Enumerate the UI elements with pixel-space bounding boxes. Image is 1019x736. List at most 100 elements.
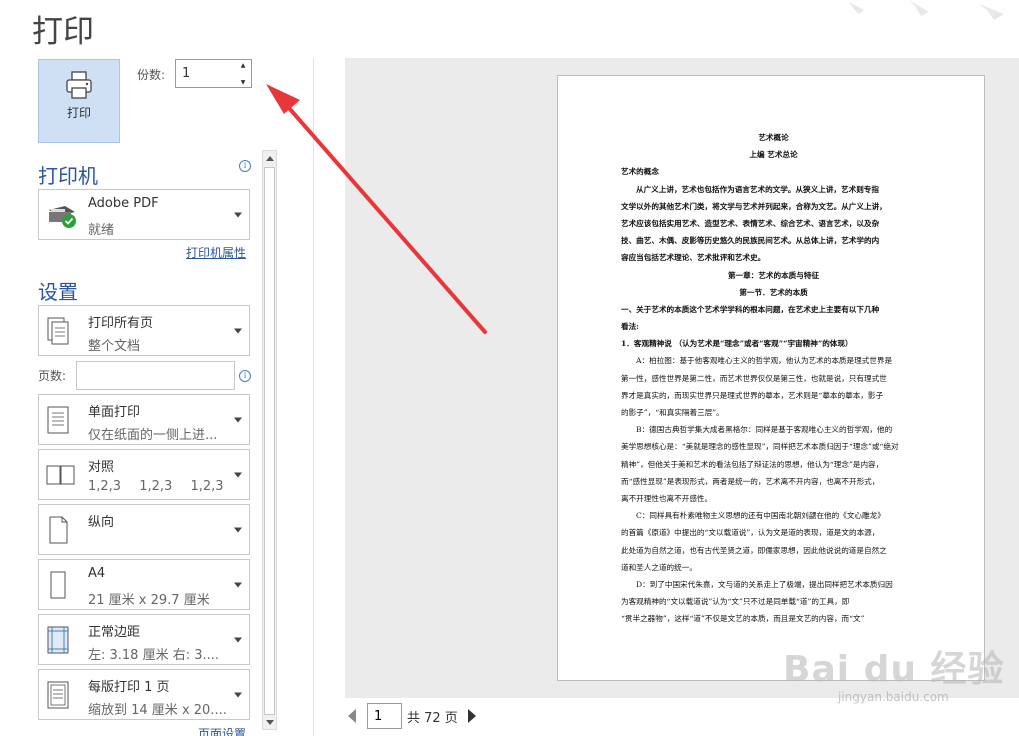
document-line: 离不开理性也离不开感性。 xyxy=(621,493,713,503)
pages-per-sheet-sub: 缩放到 14 厘米 x 20.... xyxy=(88,703,227,718)
document-line: D：到了中国宋代朱熹，文与道的关系走上了极端，提出同样把艺术本质归因 xyxy=(636,579,893,589)
document-line: 第一性，感性世界是第二性，而艺术世界仅仅是第三性，也就是说，只有理式世 xyxy=(621,373,887,383)
page-navigator: 共 72 页 xyxy=(348,703,476,729)
margins-dropdown[interactable]: 正常边距 左: 3.18 厘米 右: 3.... xyxy=(38,614,250,665)
pages-label: 页数: xyxy=(38,369,67,383)
chevron-down-icon xyxy=(234,328,242,333)
margins-icon xyxy=(47,626,69,653)
total-pages: 共 72 页 xyxy=(407,710,458,726)
chevron-down-icon xyxy=(234,472,242,477)
margins-sub: 左: 3.18 厘米 右: 3.... xyxy=(88,648,220,663)
paper-size-icon xyxy=(50,571,66,598)
previous-page-icon[interactable] xyxy=(348,709,356,723)
current-page-input[interactable] xyxy=(367,703,402,729)
single-sided-icon xyxy=(47,406,69,433)
document-line: 道和圣人之道的统一。 xyxy=(621,562,697,572)
scroll-down-icon[interactable] xyxy=(263,715,276,729)
document-line: 从广义上讲，艺术也包括作为语言艺术的文学。从狭义上讲，艺术则专指 xyxy=(636,184,879,194)
sides-dropdown[interactable]: 单面打印 仅在纸面的一侧上进... xyxy=(38,394,250,445)
document-line: B：德国古典哲学集大成者黑格尔：同样是基于客观唯心主义的哲学观，他的 xyxy=(636,425,893,435)
paper-size-label: A4 xyxy=(88,566,106,581)
chevron-down-icon xyxy=(234,417,242,422)
chevron-down-icon xyxy=(234,692,242,697)
chevron-down-icon xyxy=(234,212,242,217)
document-line: 为客观精神的“文以载道说”认为“文”只不过是同单载“道”的工具，即 xyxy=(621,597,850,607)
document-line: 容应当包括艺术理论、艺术批评和艺术史。 xyxy=(621,253,766,263)
paper-size-sub: 21 厘米 x 29.7 厘米 xyxy=(88,593,210,608)
document-line: 第一章：艺术的本质与特征 xyxy=(727,270,820,280)
printer-heading: 打印机 xyxy=(38,164,98,188)
document-line: 看法: xyxy=(621,322,639,332)
chevron-down-icon[interactable]: ▼ xyxy=(241,79,246,86)
page-title: 打印 xyxy=(32,14,94,50)
print-button[interactable]: 打印 xyxy=(38,59,120,143)
next-page-icon[interactable] xyxy=(467,709,476,723)
document-line: 的首篇《原道》中提出的“文以载道说”，认为文是道的表现，道是文的本源， xyxy=(621,528,880,538)
document-line: 艺术应该包括实用艺术、造型艺术、表情艺术、综合艺术、语言艺术，以及杂 xyxy=(621,218,880,228)
print-range-dropdown[interactable]: 打印所有页 整个文档 xyxy=(38,305,250,356)
printer-dropdown[interactable]: Adobe PDF 就绪 xyxy=(38,189,250,240)
document-line: 艺术概论 xyxy=(758,133,789,142)
pages-input[interactable] xyxy=(76,361,235,390)
decorative-bird-icons xyxy=(849,0,1004,20)
chevron-down-icon xyxy=(234,527,242,532)
orientation-label: 纵向 xyxy=(88,515,115,530)
pages-per-sheet-label: 每版打印 1 页 xyxy=(88,680,170,695)
document-line: 此处道为自然之道，也有古代圣贤之道，即儒家思想，因此他说说的道是自然之 xyxy=(621,545,887,555)
document-line: 上编 艺术总论 xyxy=(749,150,798,160)
pages-per-sheet-icon xyxy=(47,681,69,708)
printer-icon xyxy=(66,71,92,99)
document-line: 美学思想核心是：“美就是理念的感性显现”，同样把艺术本质归因于“理念”或“绝对 xyxy=(621,442,899,452)
copies-stepper[interactable]: ▲ ▼ xyxy=(175,59,252,88)
sides-sub: 仅在纸面的一侧上进... xyxy=(88,428,218,443)
copies-spinner[interactable]: ▲ ▼ xyxy=(238,62,248,86)
page-setup-link[interactable]: 页面设置 xyxy=(198,725,246,736)
document-line: 界才是真实的，而现实世界只是理式世界的摹本，艺术则是“摹本的摹本，影子 xyxy=(621,390,884,400)
document-text: 艺术概论上编 艺术总论艺术的概念从广义上讲，艺术也包括作为语言艺术的文学。从狭义… xyxy=(621,129,926,627)
print-button-label: 打印 xyxy=(66,106,91,120)
collate-sequence: 1,2,3 xyxy=(88,479,122,494)
document-line: 艺术的概念 xyxy=(621,167,659,177)
collate-icon xyxy=(46,465,75,484)
document-line: C：同样具有朴素唯物主义思想的还有中国南北朝刘勰在他的《文心雕龙》 xyxy=(636,511,885,521)
document-line: 技、曲艺、木偶、皮影等历史悠久的民族民间艺术。从总体上讲，艺术学的内 xyxy=(621,236,880,246)
collate-sequence: 1,2,3 xyxy=(190,479,224,494)
pages-per-sheet-dropdown[interactable]: 每版打印 1 页 缩放到 14 厘米 x 20.... xyxy=(38,669,250,720)
chevron-down-icon xyxy=(234,582,242,587)
print-range-label: 打印所有页 xyxy=(88,316,154,331)
printer-status: 就绪 xyxy=(88,223,115,238)
orientation-dropdown[interactable]: 纵向 xyxy=(38,504,250,555)
margins-label: 正常边距 xyxy=(88,625,141,640)
paper-size-dropdown[interactable]: A4 21 厘米 x 29.7 厘米 xyxy=(38,559,250,610)
chevron-down-icon xyxy=(234,637,242,642)
settings-scrollbar[interactable] xyxy=(262,150,277,730)
portrait-page-icon xyxy=(49,516,68,543)
document-line: 一、关于艺术的本质这个艺术学学科的根本问题，在艺术史上主要有以下几种 xyxy=(621,304,880,314)
baidu-watermark-url: jingyan.baidu.com xyxy=(838,690,949,704)
document-line: A：柏拉图：基于他客观唯心主义的哲学观，他认为艺术的本质是理式世界是 xyxy=(636,356,893,366)
copies-input[interactable] xyxy=(176,60,234,87)
document-pages-icon xyxy=(47,317,69,344)
document-line: 文学以外的其他艺术门类，将文学与艺术并列起来，合称为文艺。从广义上讲， xyxy=(621,201,887,211)
document-line: 1．客观精神说 （认为艺术是“理念”或者“客观”“宇宙精神”的体现） xyxy=(621,339,853,349)
document-line: 而“感性显现”是表现形式，两者是统一的，艺术离不开内容，也离不开形式， xyxy=(621,476,880,486)
chevron-up-icon[interactable]: ▲ xyxy=(241,62,246,69)
document-line: 第一节．艺术的本质 xyxy=(739,287,808,297)
document-line: “贯半之器物”，这样“道”不仅是文艺的本质，而且是文艺的内容，而“文” xyxy=(621,614,865,624)
collate-sub: 1,2,3 1,2,3 1,2,3 xyxy=(88,479,238,494)
collate-dropdown[interactable]: 对照 1,2,3 1,2,3 1,2,3 xyxy=(38,449,250,500)
scroll-up-icon[interactable] xyxy=(263,151,276,165)
sides-label: 单面打印 xyxy=(88,405,141,420)
scrollbar-thumb[interactable] xyxy=(264,167,275,715)
settings-heading: 设置 xyxy=(38,280,78,304)
printer-properties-link[interactable]: 打印机属性 xyxy=(186,244,246,261)
info-icon[interactable]: i xyxy=(239,160,251,172)
document-line: 的影子”，“和真实隔着三层”。 xyxy=(621,408,724,417)
preview-page: 艺术概论上编 艺术总论艺术的概念从广义上讲，艺术也包括作为语言艺术的文学。从狭义… xyxy=(557,75,985,681)
print-range-sub: 整个文档 xyxy=(88,339,141,354)
info-icon[interactable]: i xyxy=(239,370,251,382)
panel-divider xyxy=(313,58,314,736)
document-line: 精神”，但他关于美和艺术的看法包括了辩证法的思想，他认为“理念”是内容， xyxy=(621,459,884,469)
copies-label: 份数: xyxy=(137,68,166,82)
collate-label: 对照 xyxy=(88,460,115,475)
